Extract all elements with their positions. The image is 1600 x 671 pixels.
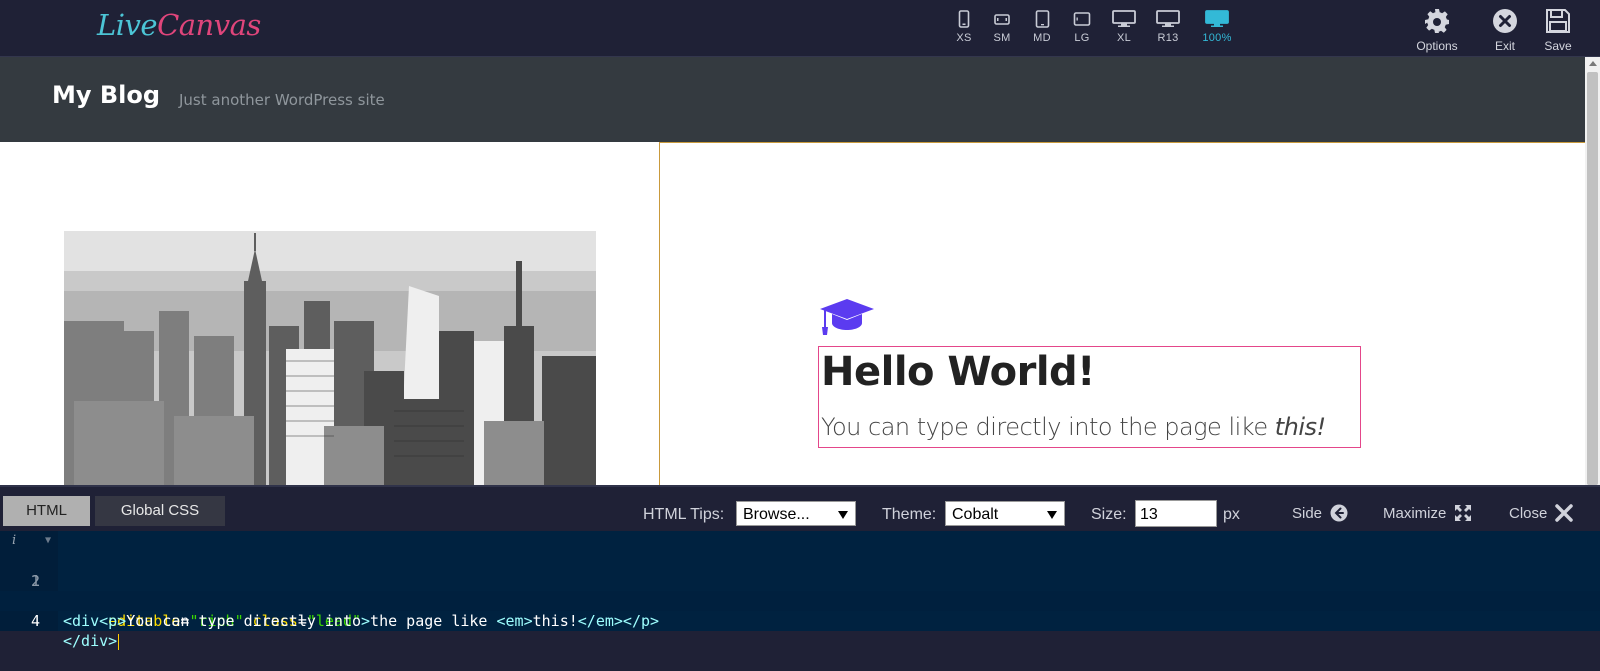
exit-button[interactable]: Exit: [1488, 8, 1522, 53]
size-label: Size:: [1091, 506, 1127, 523]
code-line[interactable]: 3 <p>You can type directly into the page…: [0, 571, 1600, 630]
phone-icon: [958, 10, 970, 28]
site-preview-canvas[interactable]: My Blog Just another WordPress site Hell…: [0, 57, 1585, 485]
device-sm-button[interactable]: SM: [982, 10, 1022, 44]
close-circle-icon: [1493, 9, 1517, 33]
tab-global-css[interactable]: Global CSS: [95, 496, 225, 526]
text-cursor: [118, 633, 120, 650]
site-description: Just another WordPress site: [179, 91, 385, 109]
html-tips-label: HTML Tips:: [643, 506, 725, 523]
side-button[interactable]: Side: [1292, 504, 1348, 522]
code-line[interactable]: 4 </div>: [0, 591, 1600, 650]
site-header: My Blog Just another WordPress site: [0, 57, 1585, 142]
device-r13-button[interactable]: R13: [1148, 10, 1188, 44]
theme-select[interactable]: Cobalt: [945, 501, 1065, 526]
device-xs-button[interactable]: XS: [944, 10, 984, 44]
dropdown-arrow-icon: [1047, 511, 1057, 519]
skyline-illustration: [64, 231, 596, 485]
lead-editable-block[interactable]: Hello World! You can type directly into …: [818, 346, 1361, 448]
device-xl-button[interactable]: XL: [1104, 10, 1144, 44]
fold-arrow-icon[interactable]: ▼: [45, 531, 51, 551]
font-size-input[interactable]: 13: [1135, 500, 1217, 527]
arrow-left-circle-icon: [1330, 504, 1348, 522]
dropdown-arrow-icon: [838, 511, 848, 519]
size-unit: px: [1223, 506, 1240, 523]
section-outline: [659, 142, 1585, 143]
preview-scrollbar-thumb[interactable]: [1587, 72, 1598, 485]
floppy-disk-icon: [1546, 9, 1570, 33]
gear-icon: [1425, 9, 1449, 33]
lead-heading[interactable]: Hello World!: [821, 349, 1095, 395]
lead-paragraph[interactable]: You can type directly into the page like…: [821, 413, 1326, 441]
phone-landscape-icon: [994, 14, 1010, 25]
device-md-button[interactable]: MD: [1022, 10, 1062, 44]
monitor-icon: [1156, 10, 1180, 27]
livecanvas-logo: LiveCanvas: [97, 8, 261, 42]
tablet-icon: [1035, 10, 1049, 28]
close-icon: [1555, 504, 1574, 522]
tablet-landscape-icon: [1073, 12, 1091, 26]
graduation-cap-icon: [820, 299, 874, 335]
code-line-text: <p>You can type directly into the page l…: [99, 612, 660, 630]
code-line-text: </div>: [63, 632, 120, 650]
top-toolbar: LiveCanvas XS SM MD LG XL R13 100% Optio…: [0, 0, 1600, 67]
device-lg-button[interactable]: LG: [1062, 10, 1102, 44]
monitor-icon: [1112, 10, 1136, 27]
code-line[interactable]: 2 <h2>Hello World!</h2>: [0, 551, 1600, 610]
html-tips-select[interactable]: Browse...: [736, 501, 856, 526]
info-icon[interactable]: i: [12, 531, 16, 551]
theme-label: Theme:: [882, 506, 937, 523]
scroll-up-arrow-icon[interactable]: [1589, 61, 1597, 66]
tab-html[interactable]: HTML: [3, 496, 90, 526]
html-code-editor[interactable]: i 1 ▼ <div editable="rich" class="lead">…: [0, 531, 1600, 650]
city-skyline-image[interactable]: [64, 231, 596, 485]
site-title[interactable]: My Blog: [52, 81, 160, 109]
column-divider: [659, 142, 660, 485]
monitor-icon: [1205, 10, 1229, 27]
close-editor-button[interactable]: Close: [1509, 504, 1574, 522]
expand-icon: [1455, 505, 1472, 521]
code-editor-toolbar: HTML Global CSS HTML Tips: Browse... The…: [0, 485, 1600, 531]
device-full-width-button[interactable]: 100%: [1197, 10, 1237, 44]
maximize-button[interactable]: Maximize: [1383, 504, 1472, 522]
save-button[interactable]: Save: [1541, 8, 1575, 53]
code-line[interactable]: i 1 ▼ <div editable="rich" class="lead">: [0, 531, 1600, 630]
